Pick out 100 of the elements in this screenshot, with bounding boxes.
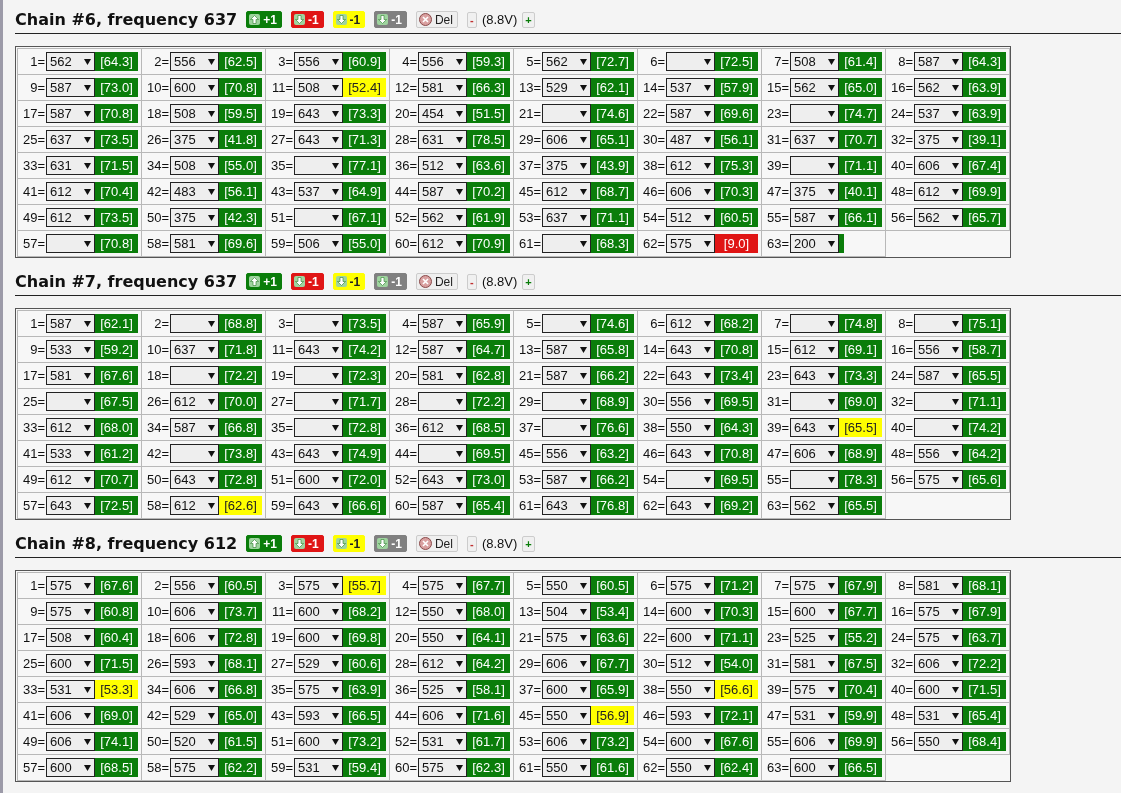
frequency-dropdown[interactable]: 550 (666, 758, 715, 777)
frequency-dropdown[interactable]: 562 (790, 496, 839, 515)
frequency-dropdown[interactable]: 375 (790, 182, 839, 201)
frequency-dropdown[interactable] (294, 366, 343, 385)
frequency-dropdown[interactable]: 562 (418, 208, 467, 227)
frequency-dropdown[interactable]: 506 (294, 234, 343, 253)
frequency-dropdown[interactable]: 575 (914, 602, 963, 621)
frequency-dropdown[interactable]: 581 (170, 234, 219, 253)
frequency-dropdown[interactable]: 643 (790, 366, 839, 385)
frequency-dropdown[interactable]: 600 (914, 680, 963, 699)
frequency-dropdown[interactable]: 612 (46, 208, 95, 227)
voltage-up-button[interactable]: + (522, 11, 535, 28)
frequency-dropdown[interactable]: 600 (666, 602, 715, 621)
frequency-dropdown[interactable]: 483 (170, 182, 219, 201)
frequency-dropdown[interactable]: 643 (294, 104, 343, 123)
frequency-dropdown[interactable]: 454 (418, 104, 467, 123)
frequency-dropdown[interactable]: 600 (294, 470, 343, 489)
frequency-dropdown[interactable]: 525 (790, 628, 839, 647)
frequency-dropdown[interactable]: 375 (170, 208, 219, 227)
frequency-dropdown[interactable]: 600 (790, 602, 839, 621)
frequency-dropdown[interactable] (46, 392, 95, 411)
frequency-dropdown[interactable]: 575 (790, 576, 839, 595)
frequency-dropdown[interactable]: 612 (170, 496, 219, 515)
frequency-dropdown[interactable]: 637 (790, 130, 839, 149)
frequency-dropdown[interactable]: 508 (294, 78, 343, 97)
frequency-dropdown[interactable]: 606 (790, 732, 839, 751)
frequency-dropdown[interactable]: 643 (46, 496, 95, 515)
frequency-dropdown[interactable]: 600 (666, 732, 715, 751)
frequency-dropdown[interactable]: 550 (666, 418, 715, 437)
frequency-dropdown[interactable]: 556 (418, 52, 467, 71)
frequency-dropdown[interactable]: 643 (666, 340, 715, 359)
decrease-button[interactable]: -1 (374, 11, 407, 28)
frequency-dropdown[interactable]: 550 (666, 680, 715, 699)
frequency-dropdown[interactable]: 600 (170, 78, 219, 97)
frequency-dropdown[interactable]: 643 (294, 130, 343, 149)
frequency-dropdown[interactable]: 550 (542, 758, 591, 777)
frequency-dropdown[interactable]: 612 (418, 654, 467, 673)
frequency-dropdown[interactable]: 606 (170, 628, 219, 647)
frequency-dropdown[interactable]: 587 (46, 314, 95, 333)
decrease-button[interactable]: -1 (290, 11, 324, 28)
frequency-dropdown[interactable]: 606 (46, 732, 95, 751)
frequency-dropdown[interactable]: 631 (46, 156, 95, 175)
increase-button[interactable]: +1 (246, 535, 282, 552)
frequency-dropdown[interactable]: 587 (790, 208, 839, 227)
frequency-dropdown[interactable] (418, 392, 467, 411)
frequency-dropdown[interactable]: 593 (294, 706, 343, 725)
frequency-dropdown[interactable] (666, 470, 715, 489)
frequency-dropdown[interactable]: 533 (46, 444, 95, 463)
frequency-dropdown[interactable]: 562 (542, 52, 591, 71)
frequency-dropdown[interactable]: 612 (666, 314, 715, 333)
frequency-dropdown[interactable] (418, 444, 467, 463)
frequency-dropdown[interactable]: 508 (46, 628, 95, 647)
frequency-dropdown[interactable]: 643 (666, 444, 715, 463)
frequency-dropdown[interactable]: 529 (170, 706, 219, 725)
frequency-dropdown[interactable]: 587 (170, 418, 219, 437)
frequency-dropdown[interactable]: 612 (46, 182, 95, 201)
frequency-dropdown[interactable] (790, 314, 839, 333)
frequency-dropdown[interactable]: 537 (914, 104, 963, 123)
voltage-up-button[interactable]: + (522, 273, 535, 290)
frequency-dropdown[interactable]: 200 (790, 234, 839, 253)
frequency-dropdown[interactable]: 508 (170, 104, 219, 123)
frequency-dropdown[interactable]: 575 (46, 602, 95, 621)
frequency-dropdown[interactable]: 643 (666, 366, 715, 385)
frequency-dropdown[interactable]: 529 (294, 654, 343, 673)
frequency-dropdown[interactable]: 550 (542, 706, 591, 725)
frequency-dropdown[interactable]: 575 (666, 576, 715, 595)
frequency-dropdown[interactable]: 606 (170, 602, 219, 621)
frequency-dropdown[interactable]: 556 (170, 52, 219, 71)
frequency-dropdown[interactable]: 562 (914, 78, 963, 97)
frequency-dropdown[interactable]: 487 (666, 130, 715, 149)
decrease-button[interactable]: -1 (374, 273, 407, 290)
frequency-dropdown[interactable]: 537 (666, 78, 715, 97)
frequency-dropdown[interactable]: 637 (170, 340, 219, 359)
frequency-dropdown[interactable]: 525 (418, 680, 467, 699)
frequency-dropdown[interactable]: 606 (790, 444, 839, 463)
frequency-dropdown[interactable] (542, 234, 591, 253)
frequency-dropdown[interactable]: 575 (170, 758, 219, 777)
increase-button[interactable]: +1 (246, 11, 282, 28)
frequency-dropdown[interactable]: 575 (294, 576, 343, 595)
frequency-dropdown[interactable]: 643 (294, 496, 343, 515)
delete-button[interactable]: Del (415, 535, 458, 552)
frequency-dropdown[interactable]: 631 (418, 130, 467, 149)
frequency-dropdown[interactable]: 600 (790, 758, 839, 777)
voltage-down-button[interactable]: - (466, 273, 477, 290)
decrease-button[interactable]: -1 (290, 273, 324, 290)
frequency-dropdown[interactable]: 533 (46, 340, 95, 359)
frequency-dropdown[interactable]: 575 (294, 680, 343, 699)
frequency-dropdown[interactable]: 550 (542, 576, 591, 595)
frequency-dropdown[interactable]: 637 (542, 208, 591, 227)
frequency-dropdown[interactable]: 550 (418, 602, 467, 621)
frequency-dropdown[interactable]: 600 (294, 602, 343, 621)
frequency-dropdown[interactable]: 606 (914, 156, 963, 175)
frequency-dropdown[interactable]: 600 (46, 758, 95, 777)
frequency-dropdown[interactable] (294, 314, 343, 333)
frequency-dropdown[interactable]: 508 (170, 156, 219, 175)
frequency-dropdown[interactable]: 556 (914, 444, 963, 463)
frequency-dropdown[interactable]: 575 (542, 628, 591, 647)
frequency-dropdown[interactable]: 643 (418, 470, 467, 489)
frequency-dropdown[interactable]: 587 (418, 340, 467, 359)
frequency-dropdown[interactable]: 375 (170, 130, 219, 149)
